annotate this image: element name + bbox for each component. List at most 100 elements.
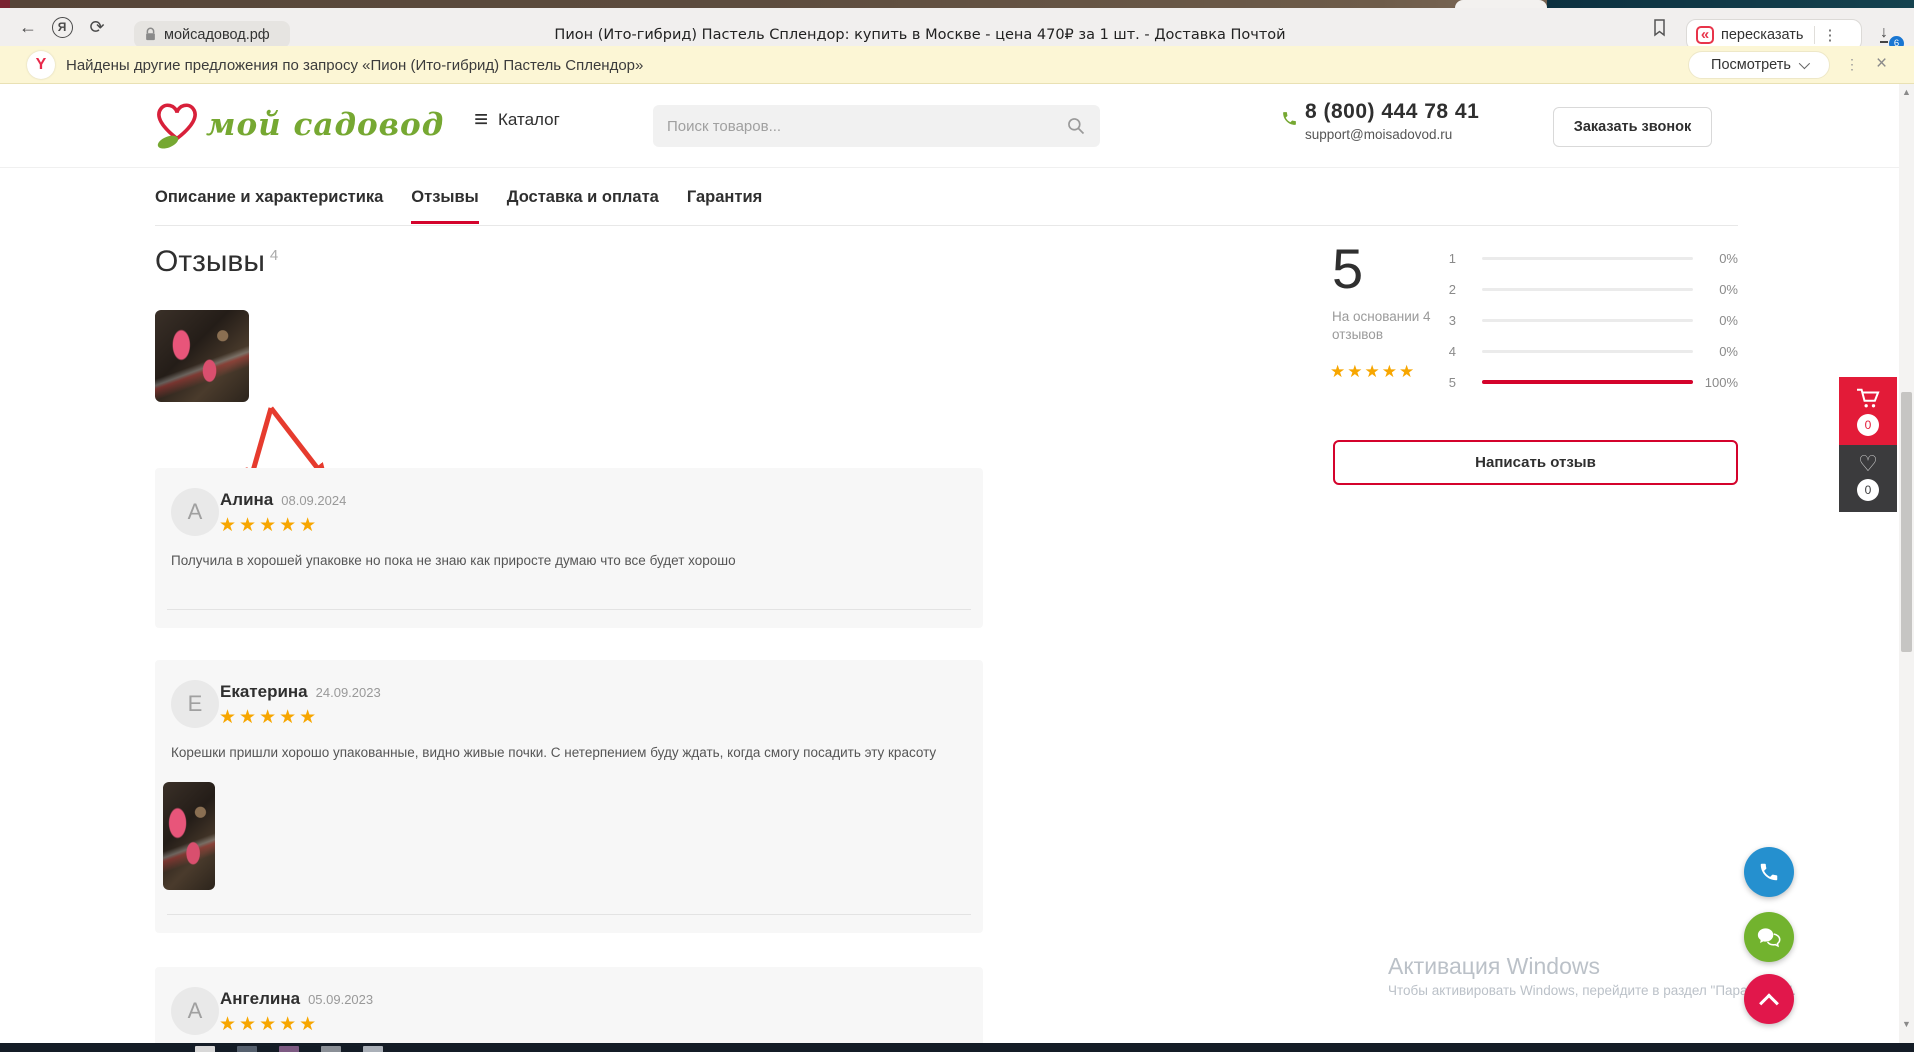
scroll-down-arrow[interactable]: ▼	[1899, 1019, 1914, 1029]
review-stars: ★★★★★	[219, 1013, 319, 1036]
bookmark-icon[interactable]	[1646, 8, 1672, 46]
reviewer-name: Екатерина	[220, 682, 308, 702]
notification-text: Найдены другие предложения по запросу «П…	[66, 46, 643, 84]
search-icon[interactable]	[1066, 116, 1086, 136]
write-review-button[interactable]: Написать отзыв	[1333, 440, 1738, 485]
lock-icon	[144, 27, 157, 42]
review-card: А Алина 08.09.2024 ★★★★★ Получила в хоро…	[155, 468, 983, 628]
browser-tab-top[interactable]	[1455, 0, 1547, 8]
divider	[1814, 26, 1815, 44]
window-top-right	[1547, 0, 1914, 8]
divider	[167, 609, 971, 610]
window-top-accent	[0, 0, 10, 8]
chat-icon	[1757, 926, 1781, 948]
review-text: Корешки пришли хорошо упакованные, видно…	[171, 745, 961, 760]
review-card: А Ангелина 05.09.2023 ★★★★★	[155, 967, 983, 1052]
tab-warranty[interactable]: Гарантия	[687, 188, 762, 224]
windows-taskbar-edge	[0, 1043, 1914, 1052]
review-date: 08.09.2024	[281, 493, 346, 508]
scroll-up-arrow[interactable]: ▲	[1899, 87, 1914, 97]
search-placeholder: Поиск товаров...	[667, 118, 1066, 135]
reviewer-name: Алина	[220, 490, 273, 510]
reviews-count: 4	[270, 247, 278, 264]
site-header: мой садовод ≡ Каталог Поиск товаров... 8…	[0, 84, 1914, 168]
catalog-button[interactable]: ≡ Каталог	[474, 110, 560, 130]
tabs-divider	[155, 225, 1738, 226]
windows-activation-title: Активация Windows	[1388, 953, 1600, 980]
rating-average: 5	[1332, 236, 1363, 301]
catalog-label: Каталог	[498, 110, 560, 130]
divider	[167, 914, 971, 915]
retell-icon: «	[1696, 26, 1714, 44]
tab-description[interactable]: Описание и характеристика	[155, 188, 383, 224]
cart-button[interactable]: 0	[1839, 377, 1897, 445]
favorites-button[interactable]: ♡ 0	[1839, 445, 1897, 512]
distribution-row: 5 100%	[1442, 367, 1738, 398]
review-date: 24.09.2023	[316, 685, 381, 700]
hamburger-icon: ≡	[474, 110, 488, 130]
scroll-top-fab[interactable]	[1744, 974, 1794, 1024]
support-email[interactable]: support@moisadovod.ru	[1305, 127, 1479, 142]
reviewer-name: Ангелина	[220, 989, 300, 1009]
review-stars: ★★★★★	[219, 514, 319, 537]
browser-page-title: Пион (Ито-гибрид) Пастель Сплендор: купи…	[560, 21, 1280, 48]
review-photo-thumbnail[interactable]	[163, 782, 215, 890]
phone-icon	[1758, 861, 1780, 883]
download-icon: ↓	[1880, 24, 1888, 43]
taskbar-icon[interactable]	[195, 1046, 215, 1052]
address-bar[interactable]: мойсадовод.рф	[134, 21, 290, 48]
tab-reviews[interactable]: Отзывы	[411, 188, 478, 224]
avatar: Е	[171, 680, 219, 728]
view-offers-button[interactable]: Посмотреть	[1688, 51, 1830, 79]
tab-delivery[interactable]: Доставка и оплата	[507, 188, 659, 224]
cart-icon	[1855, 387, 1881, 409]
refresh-icon[interactable]: ⟳	[84, 8, 110, 46]
page-scrollbar[interactable]: ▲ ▼	[1899, 84, 1914, 1043]
review-photo-thumbnail[interactable]	[155, 310, 249, 402]
site-logo[interactable]: мой садовод	[150, 96, 444, 154]
notification-close-icon[interactable]: ×	[1876, 53, 1887, 75]
yandex-icon: Я	[52, 17, 73, 38]
logo-heart-icon	[150, 96, 204, 154]
taskbar-icon[interactable]	[321, 1046, 341, 1052]
chevron-down-icon	[1799, 58, 1810, 69]
phone-number[interactable]: 8 (800) 444 78 41	[1305, 100, 1479, 124]
taskbar-icon[interactable]	[363, 1046, 383, 1052]
phone-icon	[1281, 110, 1298, 132]
review-date: 05.09.2023	[308, 992, 373, 1007]
review-stars: ★★★★★	[219, 706, 319, 729]
url-text: мойсадовод.рф	[164, 27, 270, 43]
search-input[interactable]: Поиск товаров...	[653, 105, 1100, 147]
chat-fab[interactable]	[1744, 912, 1794, 962]
logo-text: мой садовод	[206, 107, 444, 143]
distribution-row: 3 0%	[1442, 305, 1738, 336]
windows-activation-subtitle: Чтобы активировать Windows, перейдите в …	[1388, 983, 1796, 998]
callback-button[interactable]: Заказать звонок	[1553, 107, 1712, 147]
back-icon[interactable]: ←	[16, 8, 40, 46]
taskbar-icon[interactable]	[237, 1046, 257, 1052]
rating-stars: ★★★★★	[1330, 362, 1416, 382]
avatar: А	[171, 987, 219, 1035]
rating-based-on: На основании 4 отзывов	[1332, 308, 1447, 344]
call-fab[interactable]	[1744, 847, 1794, 897]
reviews-title: Отзывы4	[155, 245, 278, 279]
scrollbar-thumb[interactable]	[1901, 392, 1912, 652]
yandex-smart-button[interactable]: Я	[48, 8, 76, 46]
notification-menu-icon[interactable]: ⋮	[1845, 56, 1859, 73]
distribution-row: 4 0%	[1442, 336, 1738, 367]
retell-menu-icon[interactable]: ⋮	[1822, 26, 1837, 44]
distribution-row: 1 0%	[1442, 243, 1738, 274]
avatar: А	[171, 488, 219, 536]
browser-toolbar: ← Я ⟳ мойсадовод.рф Пион (Ито-гибрид) Па…	[0, 8, 1914, 46]
yandex-y-icon: Y	[27, 51, 55, 79]
review-text: Получила в хорошей упаковке но пока не з…	[171, 553, 961, 568]
yandex-offers-bar: Y Найдены другие предложения по запросу …	[0, 46, 1914, 84]
review-card: Е Екатерина 24.09.2023 ★★★★★ Корешки при…	[155, 660, 983, 933]
taskbar-icon[interactable]	[279, 1046, 299, 1052]
product-tabs: Описание и характеристика Отзывы Доставк…	[155, 188, 762, 224]
heart-icon: ♡	[1858, 453, 1878, 475]
rating-distribution: 1 0% 2 0% 3 0% 4 0% 5 100%	[1442, 243, 1738, 398]
retell-label: пересказать	[1721, 27, 1803, 43]
cart-count-badge: 0	[1857, 414, 1879, 436]
distribution-row: 2 0%	[1442, 274, 1738, 305]
